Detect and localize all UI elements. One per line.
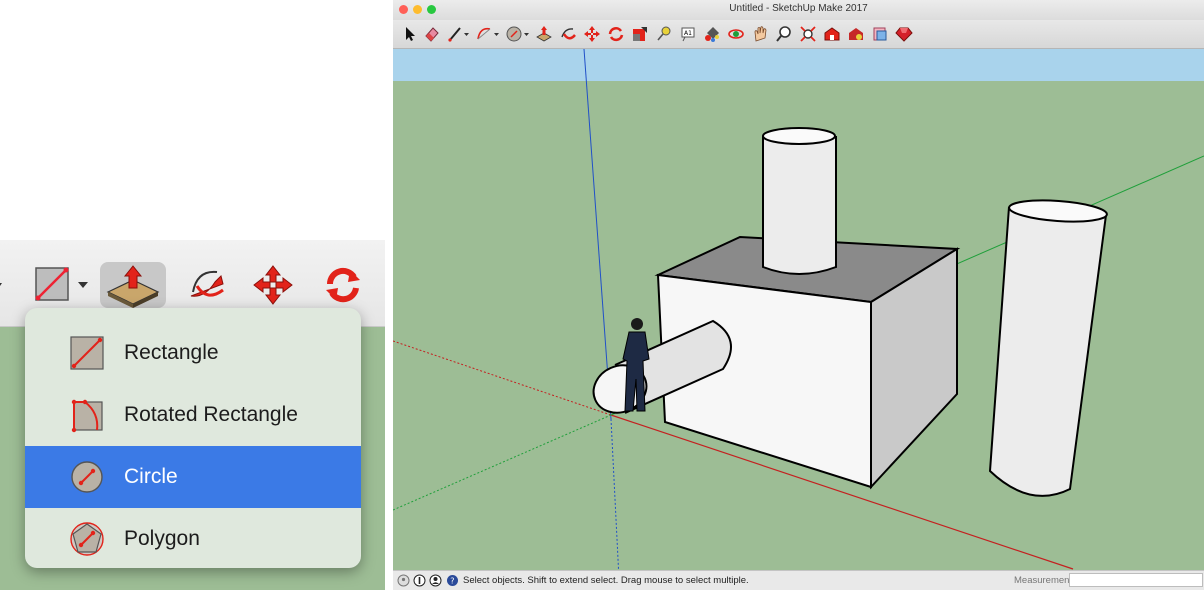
push-pull-icon[interactable] [535,25,553,43]
main-toolbar: A1 [393,20,1204,49]
circle-icon [71,461,103,493]
menu-item-polygon[interactable]: Polygon [25,508,361,568]
shapes-dropdown-menu: Rectangle Rotated Rectangle Circle Polyg… [25,308,361,568]
polygon-icon [70,522,104,556]
eraser-icon[interactable] [423,25,441,43]
title-bar: Untitled - SketchUp Make 2017 [393,0,1204,20]
move-icon[interactable] [583,25,601,43]
select-icon[interactable] [401,25,419,43]
sketchup-window: Untitled - SketchUp Make 2017 A1 ? Selec… [393,0,1204,590]
menu-item-rotated-rectangle[interactable]: Rotated Rectangle [25,384,361,446]
warehouse-icon[interactable] [823,25,841,43]
geolocation-icon[interactable] [397,574,410,587]
zoom-extents-icon[interactable] [799,25,817,43]
scale-icon[interactable] [631,25,649,43]
extension-warehouse-icon[interactable] [847,25,865,43]
push-pull-icon[interactable] [100,262,166,308]
arc-icon[interactable] [475,25,501,43]
menu-item-rectangle[interactable]: Rectangle [25,322,361,384]
svg-text:A1: A1 [684,30,692,37]
rotated-rectangle-icon [71,399,103,433]
svg-text:?: ? [450,577,454,586]
status-text: Select objects. Shift to extend select. … [463,575,749,586]
menu-item-label: Rectangle [124,341,219,364]
menu-item-label: Polygon [124,527,200,550]
menu-item-label: Circle [124,465,178,488]
rotate-icon[interactable] [607,25,625,43]
zoomed-shapes-panel: Rectangle Rotated Rectangle Circle Polyg… [0,240,385,590]
text-icon[interactable]: A1 [679,25,697,43]
rectangle-icon [70,336,104,370]
user-account-icon[interactable] [429,574,442,587]
move-icon[interactable] [250,262,296,308]
window-title: Untitled - SketchUp Make 2017 [729,3,868,14]
top-cylinder[interactable] [762,127,837,275]
chevron-down-icon[interactable] [0,262,8,308]
ruby-icon[interactable] [895,25,913,43]
orbit-icon[interactable] [727,25,745,43]
menu-item-label: Rotated Rectangle [124,403,298,426]
measurements-label: Measurements [1014,575,1077,586]
status-bar: ? Select objects. Shift to extend select… [393,570,1204,590]
help-icon[interactable]: ? [446,574,459,587]
credits-icon[interactable] [413,574,426,587]
follow-me-icon[interactable] [183,262,229,308]
layout-icon[interactable] [871,25,889,43]
zoom-icon[interactable] [775,25,793,43]
paint-bucket-icon[interactable] [703,25,721,43]
follow-me-icon[interactable] [559,25,577,43]
rotate-icon[interactable] [320,262,366,308]
rectangle-tool-icon[interactable] [32,262,92,308]
menu-item-circle[interactable]: Circle [25,446,361,508]
measurements-input[interactable] [1069,573,1203,587]
sky [393,49,1204,81]
shapes-icon[interactable] [505,25,531,43]
line-icon[interactable] [447,25,471,43]
tape-measure-icon[interactable] [655,25,673,43]
pan-icon[interactable] [751,25,769,43]
model-viewport[interactable] [393,49,1204,590]
